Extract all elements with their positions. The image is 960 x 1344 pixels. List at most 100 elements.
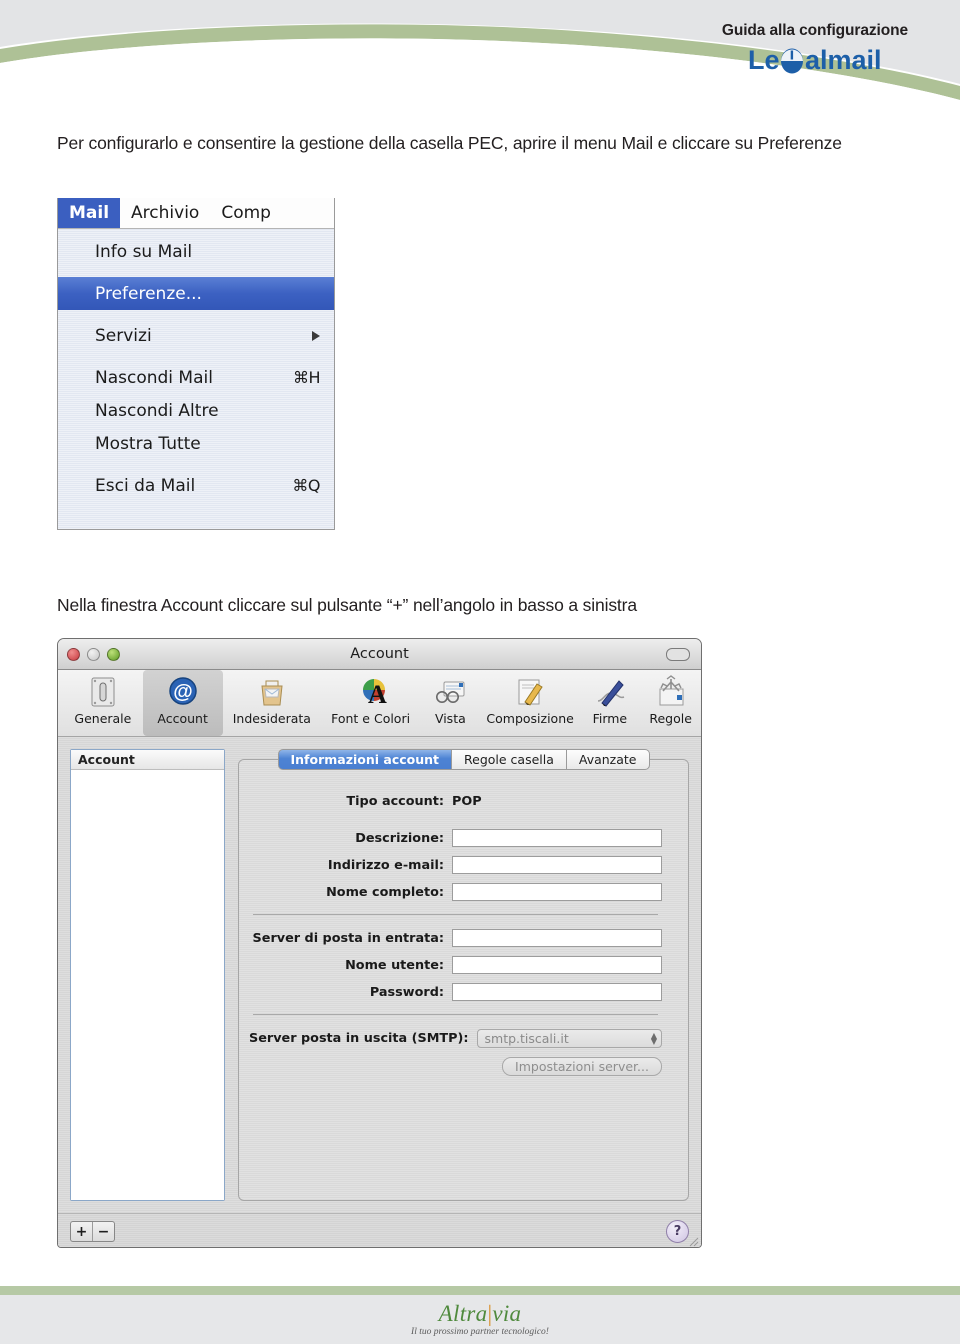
menu-item-nascondi-mail[interactable]: Nascondi Mail ⌘H bbox=[58, 361, 334, 394]
add-remove-account-group: + − bbox=[70, 1221, 115, 1242]
preferences-toolbar: Generale @ Account Indesiderata A Font e… bbox=[58, 670, 701, 737]
footer-green-bar bbox=[0, 1286, 960, 1295]
add-account-button[interactable]: + bbox=[71, 1222, 92, 1241]
toolbar-item-font-e-colori[interactable]: A Font e Colori bbox=[321, 670, 420, 736]
menu-separator bbox=[58, 310, 334, 319]
svg-text:@: @ bbox=[173, 681, 193, 703]
toolbar-item-vista[interactable]: Vista bbox=[420, 670, 481, 736]
menu-item-nascondi-altre[interactable]: Nascondi Altre bbox=[58, 394, 334, 427]
input-nome-utente[interactable] bbox=[452, 956, 662, 974]
toolbar-item-composizione[interactable]: Composizione bbox=[481, 670, 580, 736]
page-header: Guida alla configurazione Le almail bbox=[0, 0, 960, 118]
close-icon[interactable] bbox=[67, 647, 80, 661]
tab-informazioni-account[interactable]: Informazioni account bbox=[277, 749, 452, 770]
menubar-item-composizione[interactable]: Comp bbox=[210, 198, 282, 228]
input-indirizzo-email[interactable] bbox=[452, 856, 662, 874]
toolbar-item-indesiderata[interactable]: Indesiderata bbox=[223, 670, 322, 736]
server-settings-button[interactable]: Impostazioni server... bbox=[502, 1057, 662, 1076]
remove-account-button[interactable]: − bbox=[92, 1222, 114, 1241]
mail-menu-dropdown: Info su Mail Preferenze... Servizi Nasco… bbox=[58, 229, 334, 502]
row-impostazioni-server: Impostazioni server... bbox=[249, 1057, 662, 1076]
tab-avanzate[interactable]: Avanzate bbox=[566, 749, 650, 770]
toolbar-item-account[interactable]: @ Account bbox=[142, 670, 223, 736]
input-descrizione[interactable] bbox=[452, 829, 662, 847]
menu-item-label: Preferenze... bbox=[95, 283, 202, 304]
label-server-entrata: Server di posta in entrata: bbox=[252, 930, 444, 946]
mac-menubar: Mail Archivio Comp bbox=[58, 198, 334, 229]
menu-item-shortcut: ⌘Q bbox=[292, 476, 320, 495]
help-button[interactable]: ? bbox=[666, 1220, 689, 1243]
menu-separator bbox=[58, 460, 334, 469]
menubar-item-archivio[interactable]: Archivio bbox=[120, 198, 210, 228]
account-window-footer: + − ? bbox=[58, 1213, 701, 1247]
row-indirizzo-email: Indirizzo e-mail: bbox=[249, 856, 662, 874]
stepper-arrows-icon: ▲ ▼ bbox=[650, 1030, 657, 1046]
resize-grip-icon[interactable] bbox=[687, 1235, 699, 1247]
row-smtp: Server posta in uscita (SMTP): smtp.tisc… bbox=[249, 1029, 662, 1048]
menu-item-preferenze[interactable]: Preferenze... bbox=[58, 277, 334, 310]
menu-item-info-su-mail[interactable]: Info su Mail bbox=[58, 235, 334, 268]
toolbar-label: Regole bbox=[649, 711, 692, 726]
minimize-icon[interactable] bbox=[87, 647, 100, 661]
account-list-body[interactable] bbox=[71, 770, 224, 1200]
select-smtp-server[interactable]: smtp.tiscali.it ▲ ▼ bbox=[476, 1029, 662, 1048]
zoom-icon[interactable] bbox=[107, 647, 120, 661]
menubar-item-mail[interactable]: Mail bbox=[58, 198, 121, 228]
traffic-lights bbox=[67, 647, 120, 661]
label-smtp: Server posta in uscita (SMTP): bbox=[249, 1031, 469, 1046]
toolbar-toggle-icon[interactable] bbox=[666, 647, 690, 661]
rules-icon bbox=[659, 675, 684, 706]
page-footer: Altra|via Il tuo prossimo partner tecnol… bbox=[0, 1286, 960, 1344]
second-paragraph: Nella finestra Account cliccare sul puls… bbox=[57, 595, 637, 615]
window-title: Account bbox=[350, 646, 409, 662]
toolbar-label: Vista bbox=[434, 711, 466, 726]
general-icon bbox=[91, 677, 115, 707]
legalmail-logo: Le almail bbox=[748, 45, 882, 75]
input-password[interactable] bbox=[452, 983, 662, 1001]
row-descrizione: Descrizione: bbox=[249, 829, 662, 847]
row-password: Password: bbox=[249, 983, 662, 1001]
account-detail-area: Informazioni account Regole casella Avan… bbox=[238, 749, 689, 1201]
input-nome-completo[interactable] bbox=[452, 883, 662, 901]
compose-pencil-icon bbox=[518, 679, 543, 706]
altravia-logo-part2: via bbox=[492, 1301, 522, 1326]
toolbar-label: Indesiderata bbox=[232, 711, 311, 726]
menu-item-servizi[interactable]: Servizi bbox=[58, 319, 334, 352]
input-server-entrata[interactable] bbox=[452, 929, 662, 947]
page-title: Guida alla configurazione bbox=[721, 22, 908, 39]
tab-regole-casella[interactable]: Regole casella bbox=[452, 749, 567, 770]
svg-text:Le: Le bbox=[748, 45, 780, 75]
toolbar-label: Font e Colori bbox=[331, 711, 411, 726]
font-colors-icon: A bbox=[362, 679, 387, 709]
altravia-tagline: Il tuo prossimo partner tecnologico! bbox=[411, 1327, 549, 1337]
account-window-screenshot: Account Generale @ Account Indesiderata … bbox=[57, 638, 702, 1248]
menu-item-shortcut: ⌘H bbox=[292, 368, 321, 387]
tab-strip: Informazioni account Regole casella Avan… bbox=[238, 749, 689, 770]
toolbar-label: Composizione bbox=[486, 711, 574, 726]
toolbar-item-generale[interactable]: Generale bbox=[63, 670, 143, 736]
toolbar-item-firme[interactable]: Firme bbox=[579, 670, 640, 736]
tab-panel-informazioni-account: Tipo account: POP Descrizione: Indirizzo… bbox=[238, 759, 689, 1201]
svg-text:A: A bbox=[368, 680, 387, 709]
select-smtp-value: smtp.tiscali.it bbox=[484, 1031, 569, 1046]
menu-item-esci-da-mail[interactable]: Esci da Mail ⌘Q bbox=[58, 469, 334, 502]
menu-item-label: Servizi bbox=[95, 325, 152, 346]
intro-paragraph: Per configurarlo e consentire la gestion… bbox=[57, 133, 842, 153]
row-nome-utente: Nome utente: bbox=[249, 956, 662, 974]
account-list[interactable]: Account bbox=[70, 749, 225, 1201]
toolbar-item-regole[interactable]: Regole bbox=[640, 670, 701, 736]
label-nome-completo: Nome completo: bbox=[326, 884, 444, 900]
svg-text:almail: almail bbox=[805, 45, 882, 75]
menu-separator bbox=[58, 352, 334, 361]
account-pane: Account Informazioni account Regole case… bbox=[58, 737, 701, 1213]
label-indirizzo-email: Indirizzo e-mail: bbox=[327, 857, 444, 873]
at-sign-icon: @ bbox=[168, 677, 197, 705]
junk-mail-icon bbox=[261, 680, 283, 706]
menu-separator bbox=[58, 268, 334, 277]
value-tipo-account: POP bbox=[452, 794, 482, 809]
altravia-logo-part1: Altra bbox=[438, 1301, 488, 1326]
toolbar-label: Generale bbox=[74, 711, 132, 726]
label-nome-utente: Nome utente: bbox=[345, 957, 444, 973]
row-tipo-account: Tipo account: POP bbox=[249, 794, 662, 809]
menu-item-mostra-tutte[interactable]: Mostra Tutte bbox=[58, 427, 334, 460]
